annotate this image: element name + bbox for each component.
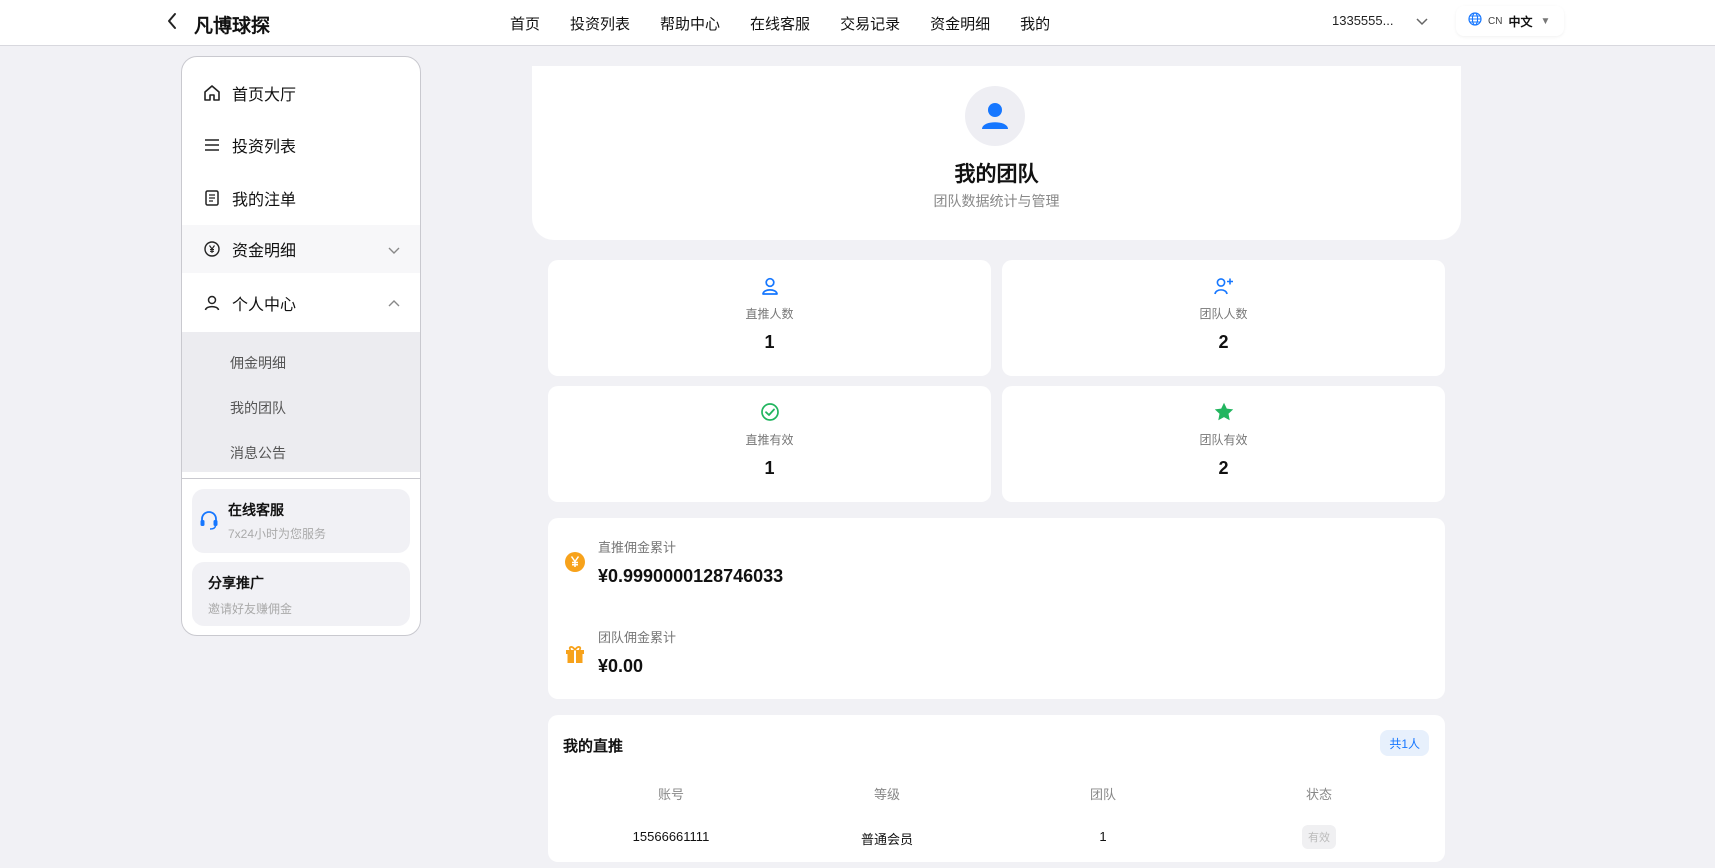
language-selector[interactable]: CN 中文 ▼ [1456, 6, 1564, 36]
list-icon [202, 135, 222, 155]
home-icon [202, 83, 222, 103]
sidebar-item-label: 个人中心 [232, 297, 297, 314]
column-header-level: 等级 [873, 787, 900, 802]
chevron-down-icon[interactable] [1416, 14, 1428, 32]
sidebar-item-invest-list[interactable]: 投资列表 [182, 121, 420, 169]
stat-label: 团队有效 [1199, 433, 1248, 447]
sidebar-subitem-my-team[interactable]: 我的团队 [230, 398, 286, 418]
avatar [965, 86, 1025, 146]
page-subtitle: 团队数据统计与管理 [933, 193, 1060, 209]
language-label: 中文 [1508, 14, 1533, 29]
sidebar-item-funds[interactable]: 资金明细 [182, 225, 420, 273]
team-commission-label: 团队佣金累计 [598, 630, 677, 645]
page-title: 我的团队 [954, 163, 1039, 186]
check-circle-icon [758, 400, 782, 424]
online-service-card[interactable]: 在线客服 7x24小时为您服务 [192, 489, 410, 553]
sidebar-subitem-commission[interactable]: 佣金明细 [230, 353, 286, 373]
nav-mine[interactable]: 我的 [1020, 13, 1050, 34]
sidebar-item-my-bets[interactable]: 我的注单 [182, 174, 420, 222]
stat-value: 1 [764, 332, 775, 352]
yen-circle-icon [202, 239, 222, 259]
column-header-team: 团队 [1089, 787, 1116, 802]
direct-commission-label: 直推佣金累计 [598, 540, 677, 555]
share-subtitle: 邀请好友赚佣金 [208, 602, 293, 616]
brand-title: 凡博球探 [194, 16, 271, 37]
language-code: CN [1488, 15, 1503, 27]
nav-funds[interactable]: 资金明细 [930, 13, 990, 34]
service-title: 在线客服 [228, 502, 284, 518]
section-title: 我的直推 [563, 738, 624, 755]
cell-team: 1 [1099, 829, 1107, 844]
team-commission-value: ¥0.00 [598, 656, 644, 676]
gift-icon [564, 642, 586, 664]
nav-service[interactable]: 在线客服 [750, 13, 810, 34]
cell-status: 有效 [1211, 825, 1427, 849]
column-header-status: 状态 [1305, 787, 1332, 802]
cell-level: 普通会员 [860, 832, 913, 847]
main-nav: 首页 投资列表 帮助中心 在线客服 交易记录 资金明细 我的 [510, 0, 1050, 46]
top-bar: 凡博球探 首页 投资列表 帮助中心 在线客服 交易记录 资金明细 我的 1335… [0, 0, 1715, 46]
stat-team-count: 团队人数 2 [1002, 260, 1445, 376]
column-header-account: 账号 [657, 787, 684, 802]
cell-account: 15566661111 [632, 829, 710, 844]
stat-value: 2 [1218, 458, 1229, 478]
nav-invest-list[interactable]: 投资列表 [570, 13, 630, 34]
share-title: 分享推广 [208, 575, 264, 591]
yen-coin-icon [564, 551, 586, 573]
document-icon [202, 188, 222, 208]
team-header-card: 我的团队 团队数据统计与管理 [532, 66, 1461, 240]
nav-help[interactable]: 帮助中心 [660, 13, 720, 34]
account-name[interactable]: 1335555... [1332, 13, 1393, 28]
stat-label: 直推人数 [745, 307, 794, 321]
stat-value: 2 [1218, 332, 1229, 352]
share-promotion-card[interactable]: 分享推广 邀请好友赚佣金 [192, 562, 410, 626]
nav-transactions[interactable]: 交易记录 [840, 13, 900, 34]
service-subtitle: 7x24小时为您服务 [228, 527, 327, 541]
commission-card: 直推佣金累计 ¥0.9990000128746033 团队佣金累计 ¥0.00 [548, 518, 1445, 699]
sidebar-item-label: 我的注单 [232, 192, 297, 209]
user-icon [758, 274, 782, 298]
user-icon [202, 293, 222, 313]
stat-value: 1 [764, 458, 775, 478]
personal-center-submenu: 佣金明细 我的团队 消息公告 [182, 332, 420, 472]
user-icon [982, 103, 1008, 129]
chevron-down-icon [388, 242, 400, 260]
stat-direct-count: 直推人数 1 [548, 260, 991, 376]
stat-direct-valid: 直推有效 1 [548, 386, 991, 502]
direct-referrals-card: 我的直推 共1人 账号 等级 团队 状态 15566661111 普通会员 1 … [548, 715, 1445, 862]
status-badge: 有效 [1302, 825, 1336, 849]
headset-icon [198, 509, 220, 536]
sidebar-item-label: 首页大厅 [232, 87, 297, 104]
caret-down-icon: ▼ [1540, 15, 1551, 27]
direct-commission-value: ¥0.9990000128746033 [598, 566, 784, 586]
divider [182, 478, 420, 479]
sidebar-item-home[interactable]: 首页大厅 [182, 69, 420, 117]
stat-team-valid: 团队有效 2 [1002, 386, 1445, 502]
user-plus-icon [1212, 274, 1236, 298]
globe-icon [1468, 11, 1482, 31]
sidebar-item-personal-center[interactable]: 个人中心 [182, 279, 420, 327]
stat-label: 团队人数 [1199, 307, 1248, 321]
sidebar-item-label: 资金明细 [232, 243, 297, 260]
sidebar-item-label: 投资列表 [232, 139, 297, 156]
star-icon [1212, 400, 1236, 424]
nav-home[interactable]: 首页 [510, 13, 540, 34]
back-icon[interactable] [162, 10, 182, 32]
chevron-up-icon [388, 296, 400, 314]
sidebar: 首页大厅 投资列表 我的注单 资金明细 个人中心 佣金明细 我的团队 消息公告 [181, 56, 421, 636]
count-badge: 共1人 [1380, 730, 1429, 756]
stat-label: 直推有效 [745, 433, 794, 447]
sidebar-subitem-announcements[interactable]: 消息公告 [230, 443, 286, 463]
